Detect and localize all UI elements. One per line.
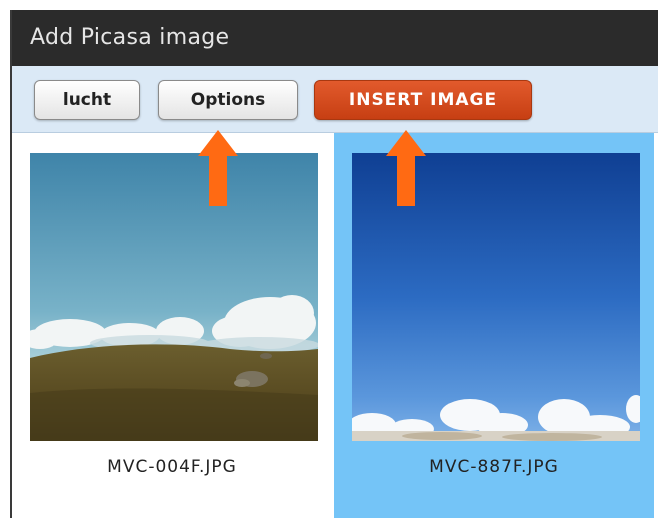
options-button[interactable]: Options xyxy=(158,80,298,120)
insert-image-button[interactable]: INSERT IMAGE xyxy=(314,80,532,120)
lucht-button[interactable]: lucht xyxy=(34,80,140,120)
dialog-title: Add Picasa image xyxy=(30,25,230,50)
toolbar: lucht Options INSERT IMAGE xyxy=(12,66,658,133)
thumbnail-filename: MVC-004F.JPG xyxy=(107,457,237,477)
thumbnail-photo-sky xyxy=(352,153,640,441)
lucht-button-label: lucht xyxy=(62,90,112,110)
image-gallery: MVC-004F.JPG MVC-887F.JPG xyxy=(12,133,658,518)
thumbnail-filename: MVC-887F.JPG xyxy=(429,457,559,477)
options-button-label: Options xyxy=(190,90,266,110)
image-thumbnail[interactable]: MVC-004F.JPG xyxy=(12,133,332,518)
insert-image-button-label: INSERT IMAGE xyxy=(348,90,498,110)
image-thumbnail-selected[interactable]: MVC-887F.JPG xyxy=(334,133,654,518)
thumbnail-photo-meadow xyxy=(30,153,318,441)
dialog-titlebar: Add Picasa image xyxy=(12,10,658,66)
add-picasa-image-dialog: Add Picasa image lucht Options INSERT IM… xyxy=(10,10,658,518)
